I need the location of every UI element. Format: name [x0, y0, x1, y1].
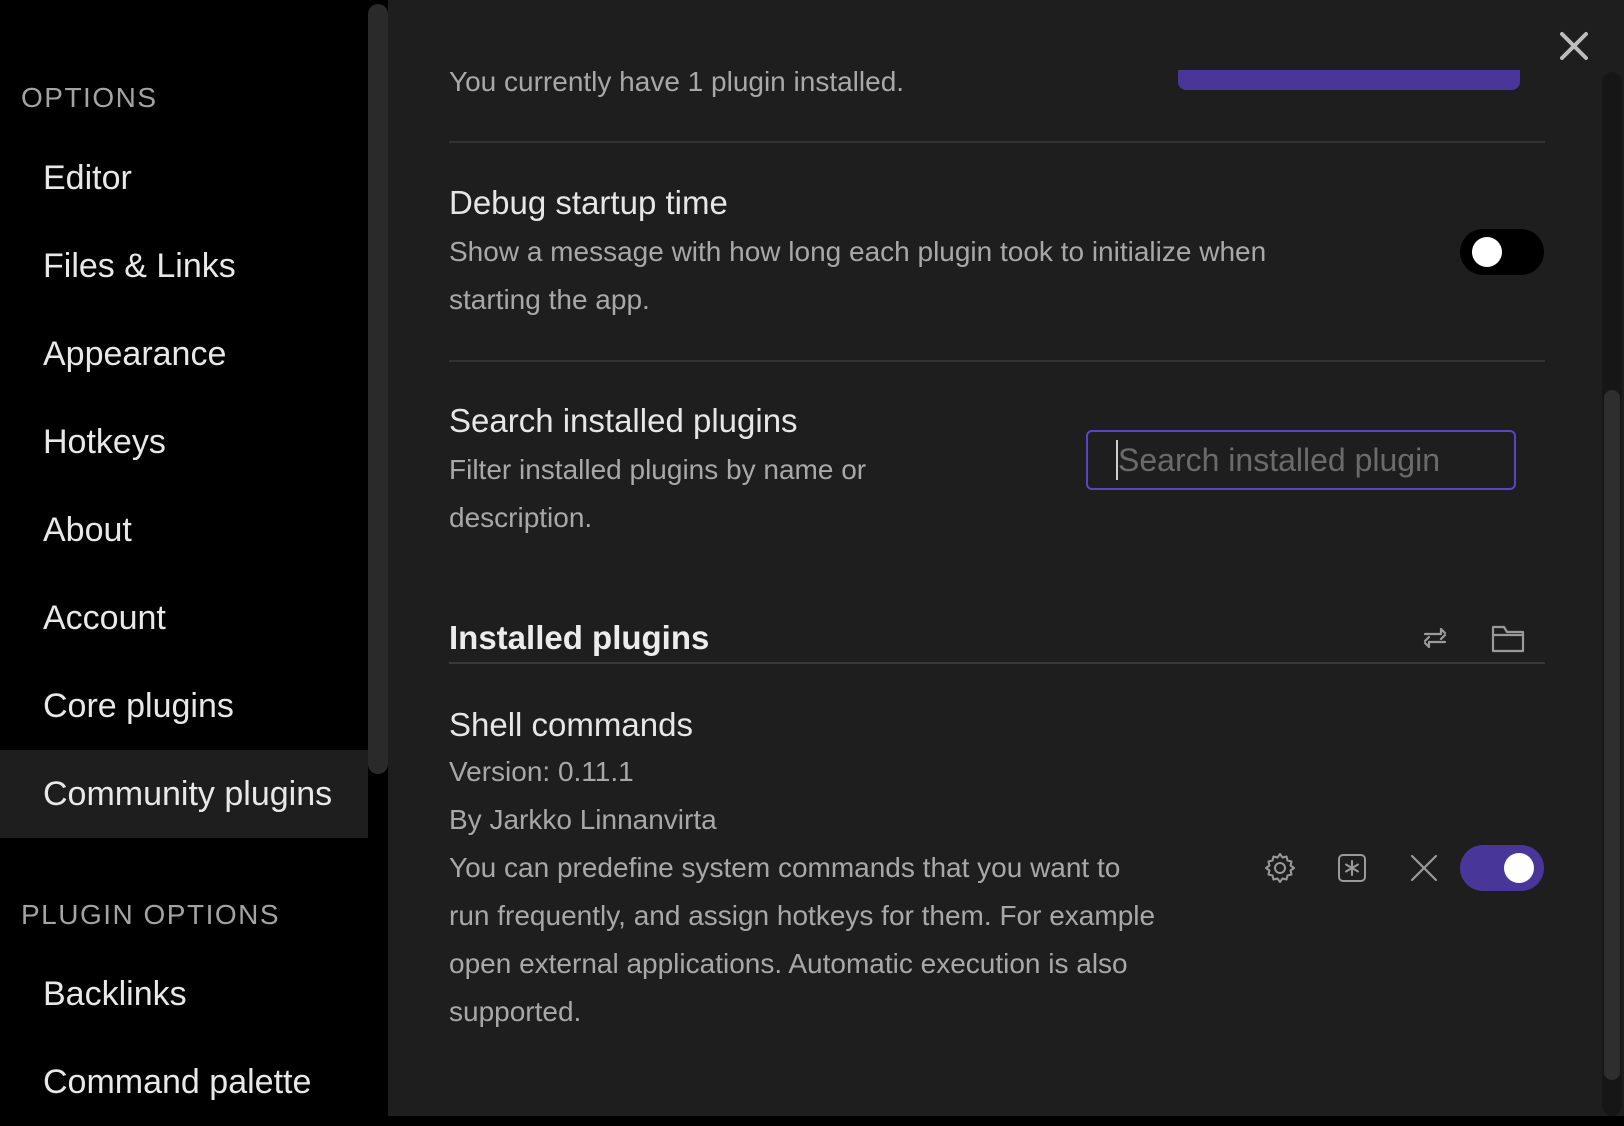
- settings-sidebar: OPTIONS Editor Files & Links Appearance …: [0, 0, 368, 1116]
- sidebar-item-label: Command palette: [43, 1062, 312, 1101]
- sidebar-item-account[interactable]: Account: [0, 574, 368, 662]
- sidebar-item-label: About: [43, 510, 132, 549]
- content-scrollbar-thumb[interactable]: [1604, 390, 1620, 1080]
- sidebar-item-files-links[interactable]: Files & Links: [0, 222, 368, 310]
- reload-icon[interactable]: [1415, 618, 1455, 658]
- plugin-description: open external applications. Automatic ex…: [449, 948, 1128, 979]
- sidebar-item-appearance[interactable]: Appearance: [0, 310, 368, 398]
- sidebar-item-label: Hotkeys: [43, 422, 166, 461]
- text-caret: [1116, 440, 1118, 480]
- sidebar-item-label: Files & Links: [43, 246, 236, 285]
- sidebar-item-editor[interactable]: Editor: [0, 134, 368, 222]
- debug-startup-title: Debug startup time: [449, 184, 728, 221]
- close-icon[interactable]: [1554, 26, 1594, 66]
- installed-count-text: You currently have 1 plugin installed.: [449, 66, 905, 97]
- search-plugins-desc: description.: [449, 502, 593, 533]
- plugin-name: Shell commands: [449, 706, 693, 743]
- search-input[interactable]: [1086, 430, 1516, 490]
- gear-icon[interactable]: [1260, 848, 1300, 888]
- sidebar-item-label: Backlinks: [43, 974, 187, 1013]
- sidebar-item-label: Editor: [43, 158, 132, 197]
- toggle-knob: [1504, 853, 1534, 883]
- sidebar-scrollbar[interactable]: [368, 4, 388, 774]
- sidebar-item-core-plugins[interactable]: Core plugins: [0, 662, 368, 750]
- plugin-description: run frequently, and assign hotkeys for t…: [449, 900, 1156, 931]
- sidebar-item-label: Core plugins: [43, 686, 234, 725]
- sidebar-item-label: Account: [43, 598, 166, 637]
- debug-startup-desc: starting the app.: [449, 284, 650, 315]
- plugin-author: By Jarkko Linnanvirta: [449, 804, 717, 835]
- sidebar-item-backlinks[interactable]: Backlinks: [0, 950, 368, 1038]
- close-icon[interactable]: [1404, 848, 1444, 888]
- sidebar-item-community-plugins[interactable]: Community plugins: [0, 750, 368, 838]
- plugin-description: supported.: [449, 996, 582, 1027]
- divider: [449, 662, 1545, 664]
- search-plugins-title: Search installed plugins: [449, 402, 798, 439]
- sidebar-item-label: Appearance: [43, 334, 227, 373]
- options-header: OPTIONS: [21, 82, 158, 113]
- debug-startup-toggle[interactable]: [1460, 229, 1544, 275]
- sidebar-item-label: Community plugins: [43, 774, 333, 813]
- sidebar-item-command-palette[interactable]: Command palette: [0, 1038, 368, 1126]
- plugin-options-header: PLUGIN OPTIONS: [21, 899, 281, 930]
- plugin-description: You can predefine system commands that y…: [449, 852, 1121, 883]
- plugin-enable-toggle[interactable]: [1460, 845, 1544, 891]
- sidebar-item-hotkeys[interactable]: Hotkeys: [0, 398, 368, 486]
- hotkey-icon[interactable]: [1332, 848, 1372, 888]
- folder-icon[interactable]: [1488, 618, 1528, 658]
- divider: [449, 141, 1545, 143]
- browse-button[interactable]: [1178, 70, 1520, 90]
- debug-startup-desc: Show a message with how long each plugin…: [449, 236, 1267, 267]
- installed-plugins-heading: Installed plugins: [449, 619, 710, 656]
- search-plugins-desc: Filter installed plugins by name or: [449, 454, 867, 485]
- sidebar-item-about[interactable]: About: [0, 486, 368, 574]
- plugin-version: Version: 0.11.1: [449, 756, 634, 787]
- toggle-knob: [1472, 237, 1502, 267]
- divider: [449, 360, 1545, 362]
